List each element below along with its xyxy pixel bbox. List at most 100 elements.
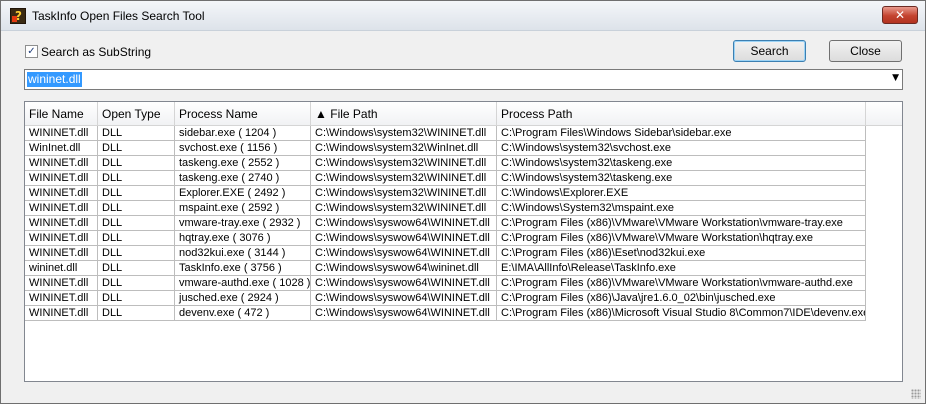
column-process-path[interactable]: Process Path [497,102,866,126]
table-cell: WININET.dll [25,171,98,186]
table-cell: C:\Windows\syswow64\WININET.dll [311,246,497,261]
table-cell: C:\Windows\system32\taskeng.exe [497,156,866,171]
table-row[interactable]: WININET.dll DLL hqtray.exe ( 3076 ) C:\Wind… [25,231,866,246]
table-row[interactable]: WININET.dll DLL taskeng.exe ( 2552 ) C:\Win… [25,156,866,171]
table-cell: DLL [98,261,175,276]
table-cell: devenv.exe ( 472 ) [175,306,311,321]
table-row[interactable]: WININET.dll DLL nod32kui.exe ( 3144 ) C:\Wi… [25,246,866,261]
table-cell: sidebar.exe ( 1204 ) [175,126,311,141]
table-cell: Explorer.EXE ( 2492 ) [175,186,311,201]
search-combobox[interactable]: wininet.dll ▼ [24,69,903,90]
table-row[interactable]: WININET.dll DLL jusched.exe ( 2924 ) C:\Win… [25,291,866,306]
window-title: TaskInfo Open Files Search Tool [32,9,205,23]
list-header: File Name Open Type Process Name ▲ File … [25,102,902,126]
table-cell: DLL [98,216,175,231]
table-cell: C:\Program Files (x86)\Eset\nod32kui.exe [497,246,866,261]
table-cell: DLL [98,171,175,186]
table-cell: C:\Windows\system32\WININET.dll [311,201,497,216]
column-process-name[interactable]: Process Name [175,102,311,126]
table-row[interactable]: WININET.dll DLL sidebar.exe ( 1204 ) C:\Win… [25,126,866,141]
table-cell: TaskInfo.exe ( 3756 ) [175,261,311,276]
table-cell: WININET.dll [25,126,98,141]
table-cell: C:\Windows\system32\svchost.exe [497,141,866,156]
title-bar: ? TaskInfo Open Files Search Tool ✕ [1,1,925,31]
table-cell: jusched.exe ( 2924 ) [175,291,311,306]
table-row[interactable]: WININET.dll DLL vmware-authd.exe ( 1028 ) C… [25,276,866,291]
app-icon: ? [10,8,26,24]
table-row[interactable]: WININET.dll DLL devenv.exe ( 472 ) C:\Windo… [25,306,866,321]
table-row[interactable]: WinInet.dll DLL svchost.exe ( 1156 ) C:\Win… [25,141,866,156]
table-cell: C:\Windows\syswow64\WININET.dll [311,216,497,231]
window-close-button[interactable]: ✕ [882,6,918,24]
table-cell: C:\Windows\syswow64\wininet.dll [311,261,497,276]
table-cell: C:\Windows\system32\WININET.dll [311,126,497,141]
table-cell: taskeng.exe ( 2552 ) [175,156,311,171]
app-window: ? TaskInfo Open Files Search Tool ✕ ✓ Se… [0,0,926,404]
search-input[interactable]: wininet.dll [27,72,82,87]
table-cell: DLL [98,276,175,291]
chevron-down-icon[interactable]: ▼ [892,73,899,83]
table-row[interactable]: WININET.dll DLL vmware-tray.exe ( 2932 ) C:… [25,216,866,231]
table-cell: C:\Windows\system32\taskeng.exe [497,171,866,186]
table-cell: WININET.dll [25,216,98,231]
table-cell: C:\Windows\system32\WININET.dll [311,156,497,171]
results-list[interactable]: File Name Open Type Process Name ▲ File … [24,101,903,382]
table-cell: WININET.dll [25,276,98,291]
table-cell: C:\Windows\syswow64\WININET.dll [311,291,497,306]
table-cell: DLL [98,141,175,156]
table-cell: DLL [98,126,175,141]
table-cell: WININET.dll [25,306,98,321]
table-cell: DLL [98,291,175,306]
table-cell: vmware-authd.exe ( 1028 ) [175,276,311,291]
table-cell: C:\Windows\system32\WININET.dll [311,171,497,186]
table-cell: C:\Windows\system32\WININET.dll [311,186,497,201]
table-cell: E:\IMA\AllInfo\Release\TaskInfo.exe [497,261,866,276]
table-cell: wininet.dll [25,261,98,276]
table-cell: WININET.dll [25,156,98,171]
table-cell: svchost.exe ( 1156 ) [175,141,311,156]
table-cell: C:\Program Files (x86)\Microsoft Visual … [497,306,866,321]
substring-checkbox[interactable]: ✓ [25,45,38,58]
table-cell: WinInet.dll [25,141,98,156]
table-cell: WININET.dll [25,246,98,261]
table-cell: DLL [98,156,175,171]
table-cell: WININET.dll [25,291,98,306]
check-icon: ✓ [27,46,36,57]
table-row[interactable]: WININET.dll DLL mspaint.exe ( 2592 ) C:\Win… [25,201,866,216]
close-icon: ✕ [894,8,906,22]
table-cell: DLL [98,231,175,246]
table-cell: DLL [98,306,175,321]
column-file-path[interactable]: ▲ File Path [311,102,497,126]
table-cell: C:\Program Files (x86)\VMware\VMware Wor… [497,216,866,231]
table-row[interactable]: wininet.dll DLL TaskInfo.exe ( 3756 ) C:\Wi… [25,261,866,276]
close-button[interactable]: Close [829,40,902,62]
table-cell: C:\Windows\syswow64\WININET.dll [311,306,497,321]
table-cell: C:\Windows\syswow64\WININET.dll [311,276,497,291]
table-cell: hqtray.exe ( 3076 ) [175,231,311,246]
table-cell: C:\Program Files (x86)\Java\jre1.6.0_02\… [497,291,866,306]
table-cell: C:\Windows\syswow64\WININET.dll [311,231,497,246]
table-cell: WININET.dll [25,201,98,216]
column-open-type[interactable]: Open Type [98,102,175,126]
column-file-name[interactable]: File Name [25,102,98,126]
substring-label: Search as SubString [41,45,152,59]
table-cell: WININET.dll [25,231,98,246]
table-cell: mspaint.exe ( 2592 ) [175,201,311,216]
table-cell: DLL [98,201,175,216]
table-cell: taskeng.exe ( 2740 ) [175,171,311,186]
table-cell: DLL [98,186,175,201]
table-cell: WININET.dll [25,186,98,201]
table-row[interactable]: WININET.dll DLL taskeng.exe ( 2740 ) C:\Win… [25,171,866,186]
table-cell: C:\Windows\System32\mspaint.exe [497,201,866,216]
search-button[interactable]: Search [733,40,806,62]
table-cell: nod32kui.exe ( 3144 ) [175,246,311,261]
table-cell: C:\Windows\Explorer.EXE [497,186,866,201]
table-cell: C:\Program Files (x86)\VMware\VMware Wor… [497,231,866,246]
resize-grip-icon[interactable] [911,389,921,399]
table-cell: C:\Windows\system32\WinInet.dll [311,141,497,156]
table-row[interactable]: WININET.dll DLL Explorer.EXE ( 2492 ) C:\Wi… [25,186,866,201]
table-cell: C:\Program Files (x86)\VMware\VMware Wor… [497,276,866,291]
sort-ascending-icon: ▲ [315,107,327,121]
table-cell: DLL [98,246,175,261]
table-cell: vmware-tray.exe ( 2932 ) [175,216,311,231]
